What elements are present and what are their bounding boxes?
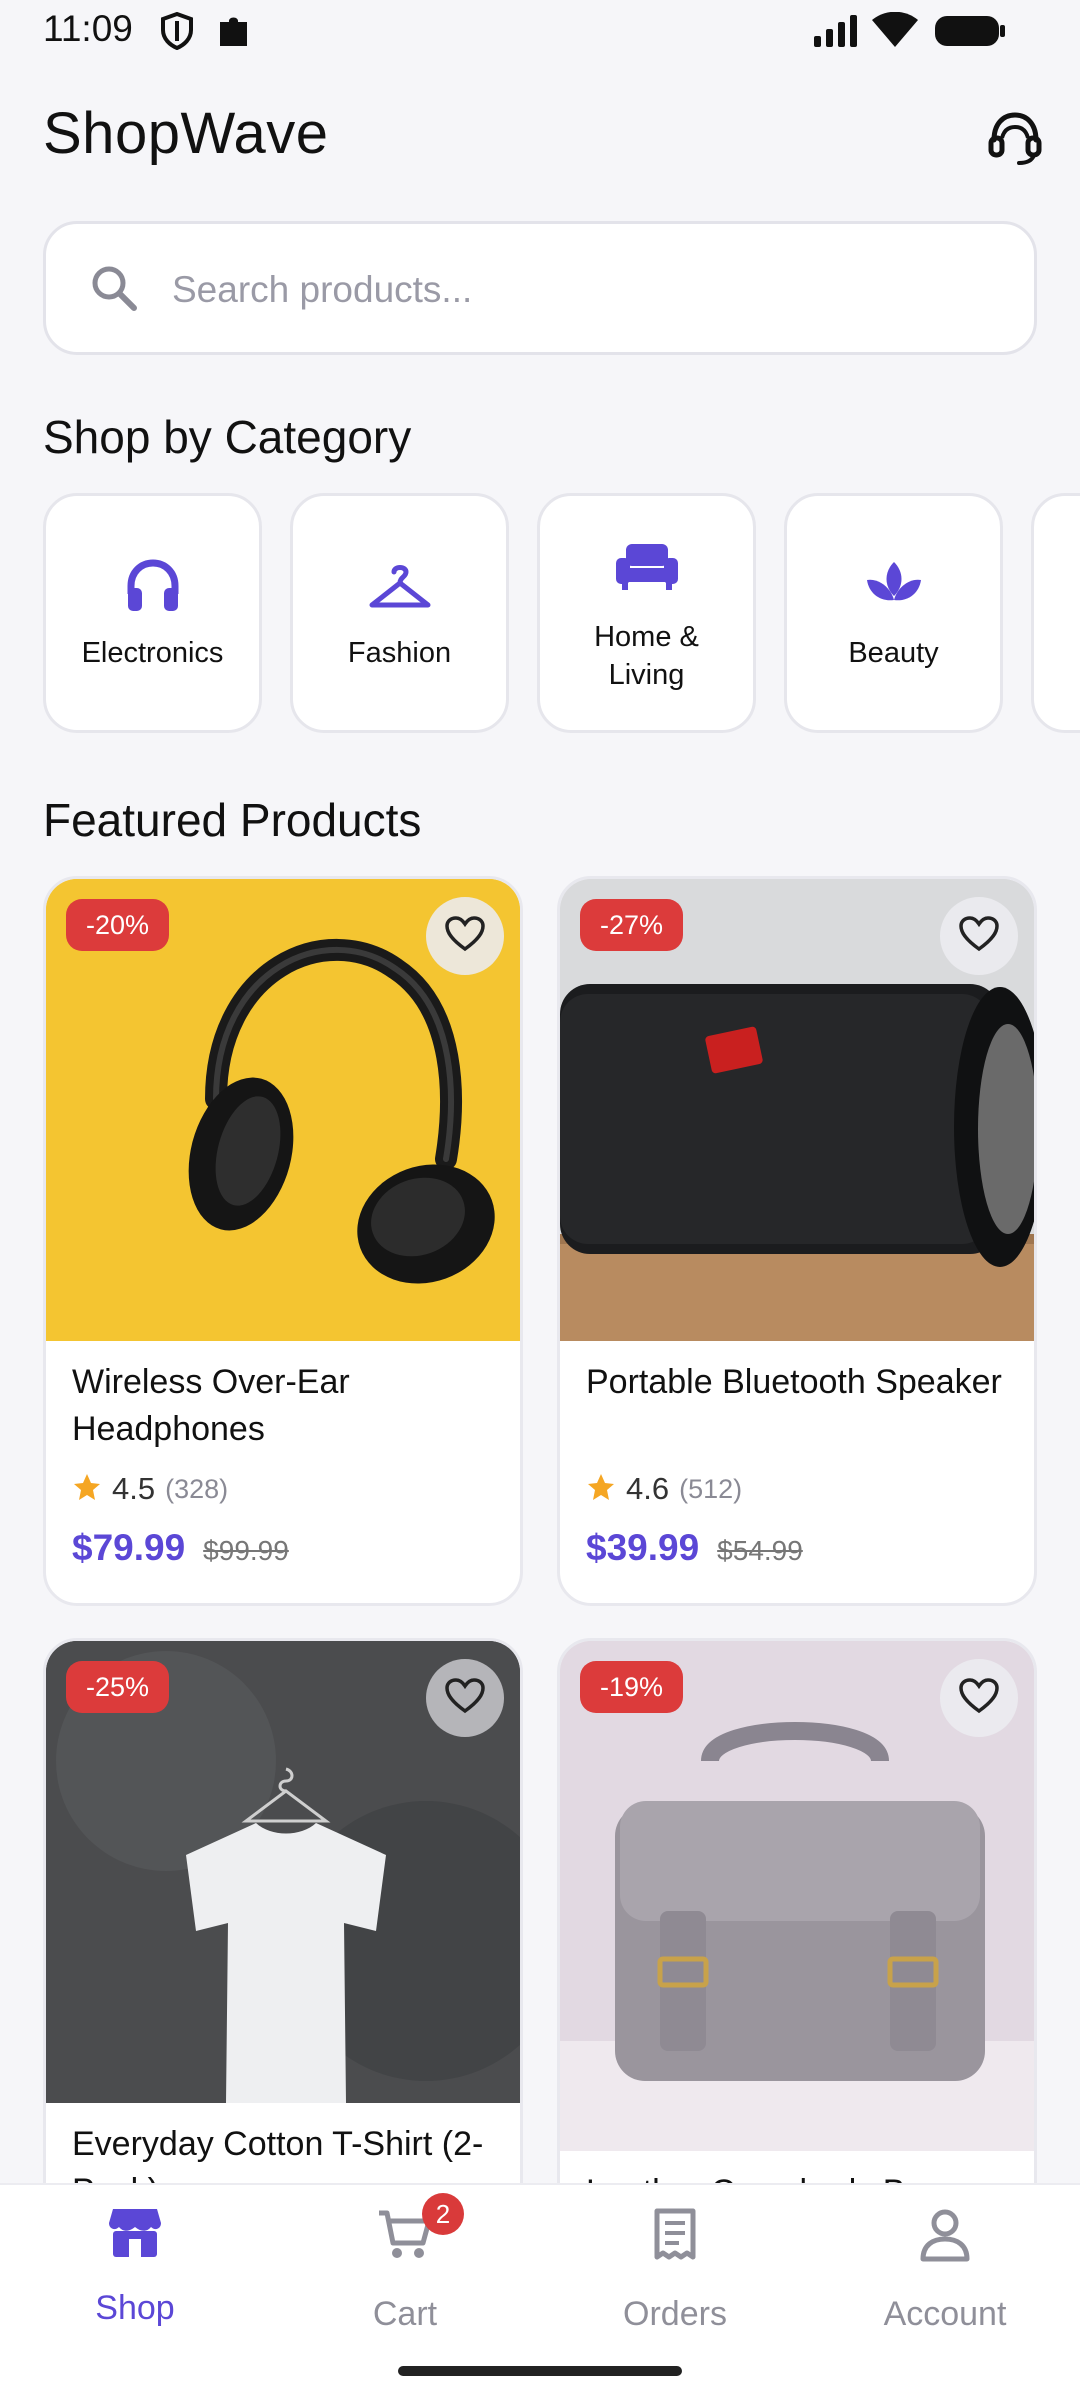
product-card-tshirt[interactable]: -25% Everyday Cotton T-Shirt (2-Pack) (43, 1638, 523, 2238)
app-screen: 11:09 ShopWave Search products... Shop b… (0, 0, 1080, 2400)
category-label: Beauty (848, 637, 939, 669)
nav-cart[interactable]: 2 Cart (270, 2185, 540, 2345)
puzzle-icon (217, 12, 251, 55)
signal-icon (812, 14, 860, 53)
product-image: -25% (46, 1641, 520, 2103)
category-label: Home & Living (594, 621, 699, 691)
product-image: -19% (560, 1641, 1034, 2151)
cart-count-badge: 2 (422, 2193, 464, 2235)
category-more[interactable] (1031, 493, 1080, 733)
price-row: $39.99 $54.99 (586, 1527, 803, 1577)
lotus-icon (787, 556, 1000, 616)
category-label: Electronics (81, 637, 224, 669)
nav-account[interactable]: Account (810, 2185, 1080, 2345)
nav-label: Account (883, 2295, 1007, 2333)
current-price: $79.99 (72, 1527, 186, 1568)
search-bar[interactable] (43, 221, 1037, 355)
wishlist-button[interactable] (940, 897, 1018, 975)
current-price: $39.99 (586, 1527, 700, 1568)
nav-label: Orders (623, 2295, 727, 2333)
receipt-icon (540, 2207, 810, 2263)
category-section-title: Shop by Category (43, 411, 412, 463)
shield-icon (160, 11, 194, 55)
rating-value: 4.5 (112, 1471, 156, 1506)
heart-icon (445, 1677, 485, 1719)
category-fashion[interactable]: Fashion (290, 493, 509, 733)
heart-icon (959, 915, 999, 957)
nav-orders[interactable]: Orders (540, 2185, 810, 2345)
home-indicator (398, 2366, 682, 2376)
discount-badge: -27% (580, 899, 684, 951)
support-button[interactable] (985, 108, 1045, 168)
category-carousel[interactable]: Electronics Fashion Home & Living Beauty (43, 493, 1080, 735)
wifi-icon (872, 11, 918, 53)
nav-label: Cart (372, 2295, 438, 2333)
product-image: -20% (46, 879, 520, 1341)
price-row: $79.99 $99.99 (72, 1527, 289, 1577)
product-card-bag[interactable]: -19% Leather Crossbody Bag (557, 1638, 1037, 2238)
status-time: 11:09 (43, 8, 133, 49)
cart-icon (270, 2207, 540, 2263)
rating-value: 4.6 (626, 1471, 670, 1506)
review-count: (328) (165, 1473, 229, 1504)
category-home-living[interactable]: Home & Living (537, 493, 756, 733)
discount-badge: -20% (66, 899, 170, 951)
review-count: (512) (679, 1473, 743, 1504)
category-beauty[interactable]: Beauty (784, 493, 1003, 733)
search-icon (88, 262, 140, 319)
original-price: $99.99 (203, 1535, 289, 1566)
product-card-headphones[interactable]: -20% Wireless Over-Ear Headphones 4.5 (3… (43, 876, 523, 1606)
nav-shop[interactable]: Shop (0, 2185, 270, 2345)
sofa-icon (540, 538, 753, 594)
discount-badge: -25% (66, 1661, 170, 1713)
app-title: ShopWave (43, 101, 329, 166)
search-input[interactable] (172, 254, 992, 326)
person-icon (810, 2207, 1080, 2263)
wishlist-button[interactable] (940, 1659, 1018, 1737)
star-icon (586, 1472, 616, 1507)
discount-badge: -19% (580, 1661, 684, 1713)
heart-icon (959, 1677, 999, 1719)
status-bar: 11:09 (0, 0, 1080, 60)
battery-icon (934, 14, 1006, 53)
headset-icon (985, 112, 1045, 172)
headphones-icon (46, 558, 259, 614)
category-electronics[interactable]: Electronics (43, 493, 262, 733)
heart-icon (445, 915, 485, 957)
product-card-speaker[interactable]: -27% Portable Bluetooth Speaker 4.6 (512… (557, 876, 1037, 1606)
original-price: $54.99 (717, 1535, 803, 1566)
product-name: Wireless Over-Ear Headphones (72, 1363, 350, 1448)
wishlist-button[interactable] (426, 897, 504, 975)
hanger-icon (293, 558, 506, 614)
wishlist-button[interactable] (426, 1659, 504, 1737)
nav-label: Shop (95, 2289, 175, 2327)
star-icon (72, 1472, 102, 1507)
featured-section-title: Featured Products (43, 794, 422, 846)
product-image: -27% (560, 879, 1034, 1341)
rating-row: 4.5 (328) (72, 1469, 228, 1509)
storefront-icon (0, 2205, 270, 2259)
rating-row: 4.6 (512) (586, 1469, 742, 1509)
product-name: Portable Bluetooth Speaker (586, 1363, 1002, 1401)
category-label: Fashion (347, 637, 452, 669)
